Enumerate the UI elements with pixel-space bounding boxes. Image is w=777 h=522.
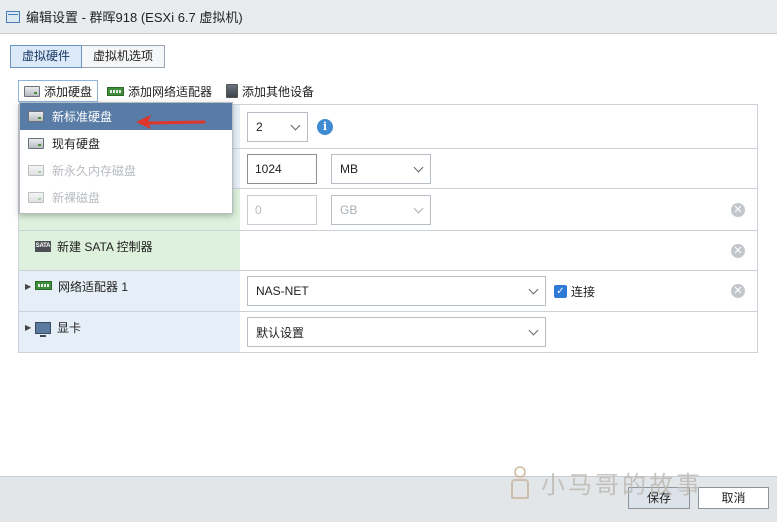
memory-value-cell: 1024 MB — [240, 149, 757, 188]
title-bar: 编辑设置 - 群晖918 (ESXi 6.7 虚拟机) — [0, 0, 777, 34]
sata-value-cell: ✕ — [240, 231, 757, 270]
hard-disk-icon — [28, 165, 44, 176]
add-disk-label: 添加硬盘 — [44, 84, 93, 99]
menu-item-existing-disk[interactable]: 现有硬盘 — [20, 130, 232, 157]
display-label: 显卡 — [57, 321, 82, 335]
hard-disk-icon — [24, 85, 40, 97]
add-other-device-button[interactable]: 添加其他设备 — [221, 80, 319, 102]
connect-checkbox[interactable]: ✓ — [554, 284, 567, 298]
memory-unit-value: MB — [340, 161, 358, 176]
chevron-down-icon — [290, 120, 301, 130]
remove-icon[interactable]: ✕ — [731, 202, 745, 217]
tab-virtual-hardware[interactable]: 虚拟硬件 — [10, 45, 83, 68]
cpu-count-value: 2 — [256, 119, 263, 134]
hardware-toolbar: 添加硬盘 添加网络适配器 添加其他设备 — [18, 80, 323, 102]
watermark-figure-icon — [505, 462, 535, 502]
chevron-down-icon — [528, 284, 539, 295]
disk-unit-select[interactable]: GB — [331, 194, 431, 225]
chevron-down-icon — [413, 162, 424, 172]
cancel-button[interactable]: 取消 — [698, 487, 769, 509]
network-card-icon — [107, 86, 125, 96]
network-adapter-label: 网络适配器 1 — [58, 280, 129, 294]
display-select-value: 默认设置 — [256, 325, 305, 340]
sata-controller-label: 新建 SATA 控制器 — [57, 240, 153, 254]
menu-item-new-pmem-disk: 新永久内存磁盘 — [20, 157, 232, 184]
chevron-down-icon — [528, 325, 539, 336]
new-disk-value-cell: 0 GB ✕ — [240, 189, 757, 230]
hard-disk-icon — [28, 111, 44, 122]
expand-arrow-icon[interactable]: ▶ — [25, 320, 35, 336]
menu-item-label: 现有硬盘 — [52, 137, 101, 151]
sata-controller-row: SATA 新建 SATA 控制器 ✕ — [19, 231, 757, 271]
menu-item-label: 新裸磁盘 — [52, 191, 101, 205]
connect-label: 连接 — [571, 284, 596, 299]
menu-item-label: 新标准硬盘 — [52, 110, 113, 124]
network-adapter-row: ▶ 网络适配器 1 NAS-NET ✓ 连接 ✕ — [19, 271, 757, 312]
expand-arrow-icon[interactable]: ▶ — [25, 279, 35, 295]
display-select[interactable]: 默认设置 — [247, 317, 546, 347]
window-icon — [6, 10, 20, 23]
info-icon[interactable]: i — [317, 118, 333, 135]
disk-unit-value: GB — [340, 202, 358, 217]
red-arrow-annotation — [136, 115, 206, 129]
monitor-icon — [35, 322, 51, 337]
tab-bar: 虚拟硬件 虚拟机选项 — [10, 45, 166, 68]
sata-label-cell: SATA 新建 SATA 控制器 — [19, 231, 240, 270]
network-label-cell[interactable]: ▶ 网络适配器 1 — [19, 271, 240, 311]
window-title: 编辑设置 - 群晖918 (ESXi 6.7 虚拟机) — [26, 10, 243, 25]
disk-size-input[interactable]: 0 — [247, 194, 317, 225]
add-network-adapter-button[interactable]: 添加网络适配器 — [102, 80, 217, 102]
tab-vm-options[interactable]: 虚拟机选项 — [82, 45, 166, 68]
network-value-cell: NAS-NET ✓ 连接 ✕ — [240, 271, 757, 311]
display-row: ▶ 显卡 默认设置 — [19, 312, 757, 352]
network-card-icon — [35, 281, 52, 290]
remove-icon[interactable]: ✕ — [731, 243, 745, 258]
device-icon — [226, 84, 239, 98]
menu-item-label: 新永久内存磁盘 — [52, 164, 137, 178]
network-select[interactable]: NAS-NET — [247, 276, 546, 306]
sata-icon: SATA — [35, 241, 51, 252]
add-other-label: 添加其他设备 — [242, 84, 315, 99]
add-network-label: 添加网络适配器 — [128, 84, 213, 99]
memory-size-input[interactable]: 1024 — [247, 153, 317, 184]
display-label-cell[interactable]: ▶ 显卡 — [19, 312, 240, 352]
memory-unit-select[interactable]: MB — [331, 153, 431, 184]
hard-disk-icon — [28, 138, 44, 149]
menu-item-new-raw-disk: 新裸磁盘 — [20, 184, 232, 211]
add-disk-button[interactable]: 添加硬盘 — [18, 80, 99, 102]
cpu-count-select[interactable]: 2 — [247, 111, 308, 142]
network-select-value: NAS-NET — [256, 284, 309, 298]
display-value-cell: 默认设置 — [240, 312, 757, 352]
remove-icon[interactable]: ✕ — [731, 284, 745, 298]
watermark-text: 小马哥的故事 — [541, 470, 703, 499]
cpu-value-cell: 2 i — [240, 105, 757, 148]
chevron-down-icon — [413, 203, 424, 213]
hard-disk-icon — [28, 192, 44, 203]
watermark: 小马哥的故事 — [505, 462, 703, 502]
